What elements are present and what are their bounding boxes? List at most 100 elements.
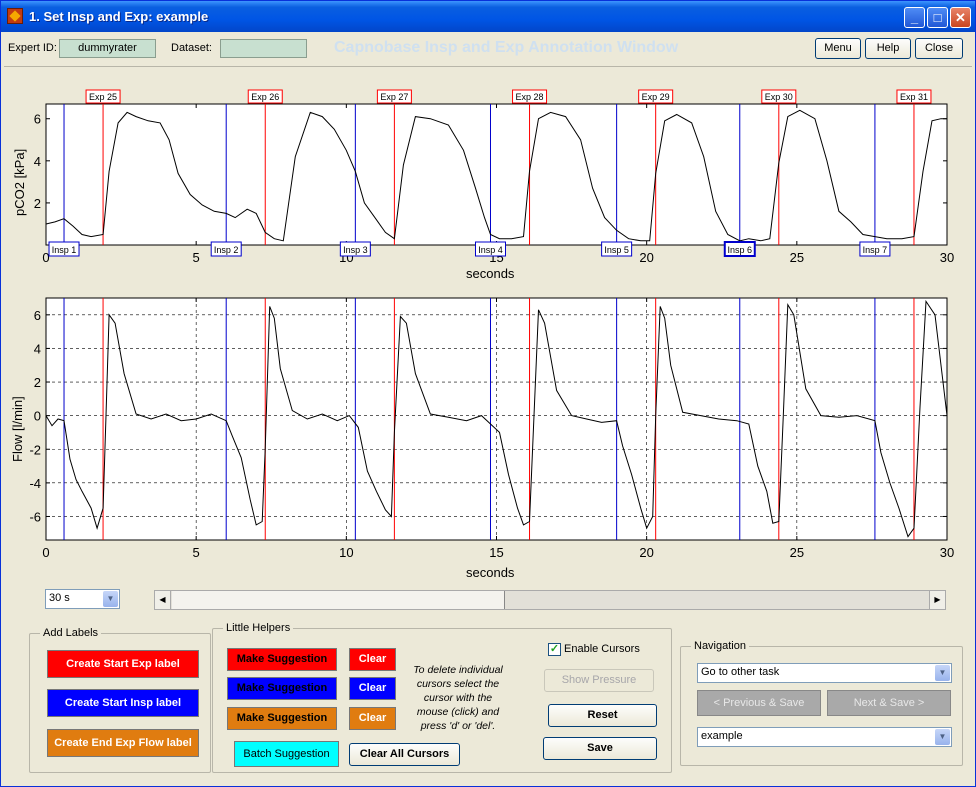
delete-cursor-note: To delete individual cursors select the …	[413, 664, 503, 732]
dataset-select-value: example	[701, 730, 743, 742]
exp-label-text: Exp 29	[642, 92, 670, 102]
little-helpers-panel: Little Helpers Make Suggestion Make Sugg…	[212, 622, 672, 773]
close-window-icon[interactable]: ✕	[950, 7, 971, 28]
x-tick-label: 10	[339, 545, 353, 560]
task-select-value: Go to other task	[701, 666, 780, 678]
window-heading: Capnobase Insp and Exp Annotation Window	[334, 39, 679, 56]
exp-label-text: Exp 30	[765, 92, 793, 102]
maximize-icon[interactable]: □	[927, 7, 948, 28]
task-select[interactable]: Go to other task ▼	[697, 663, 952, 683]
y-tick-label: 2	[34, 196, 41, 211]
zoom-value: 30 s	[49, 592, 70, 604]
save-button[interactable]: Save	[543, 737, 657, 760]
batch-suggestion-button[interactable]: Batch Suggestion	[234, 741, 339, 767]
dataset-label: Dataset:	[171, 42, 212, 54]
plot-area	[45, 103, 948, 246]
scroll-right-icon[interactable]: ▶	[929, 591, 945, 609]
close-button[interactable]: Close	[915, 38, 963, 59]
next-save-button[interactable]: Next & Save >	[827, 690, 951, 716]
exp-label-tag: Exp 31	[896, 89, 932, 104]
clear-all-cursors-button[interactable]: Clear All Cursors	[349, 743, 460, 766]
exp-label-text: Exp 31	[900, 92, 928, 102]
make-suggestion-flow-button[interactable]: Make Suggestion	[227, 707, 337, 730]
matlab-icon	[7, 8, 23, 24]
x-tick-label: 25	[790, 545, 804, 560]
show-pressure-button[interactable]: Show Pressure	[544, 669, 654, 692]
y-tick-label: -2	[29, 442, 41, 457]
x-tick-label: 30	[940, 545, 954, 560]
navigation-panel: Navigation Go to other task ▼ < Previous…	[680, 640, 963, 766]
figure-area: Expert ID: dummyrater Dataset: Capnobase…	[4, 32, 972, 784]
clear-flow-button[interactable]: Clear	[349, 707, 396, 730]
dataset-select[interactable]: example ▼	[697, 727, 952, 747]
insp-label-text: Insp 2	[214, 245, 239, 255]
y-tick-label: 2	[34, 375, 41, 390]
insp-label-tag: Insp 4	[474, 241, 506, 257]
create-start-insp-button[interactable]: Create Start Insp label	[47, 689, 199, 717]
expert-id-label: Expert ID:	[8, 42, 57, 54]
menu-button[interactable]: Menu	[815, 38, 861, 59]
insp-label-text: Insp 4	[478, 245, 503, 255]
enable-cursors-label: Enable Cursors	[564, 643, 640, 655]
y-tick-label: -4	[29, 476, 41, 491]
chevron-down-icon: ▼	[935, 665, 950, 681]
dataset-field[interactable]	[220, 39, 307, 58]
x-tick-label: 30	[940, 250, 954, 265]
expert-id-field[interactable]: dummyrater	[59, 39, 156, 58]
x-tick-label: 20	[639, 250, 653, 265]
exp-label-text: Exp 26	[251, 92, 279, 102]
insp-label-text: Insp 1	[52, 245, 77, 255]
insp-label-tag: Insp 7	[859, 241, 891, 257]
clear-exp-button[interactable]: Clear	[349, 648, 396, 671]
x-tick-label: 5	[193, 545, 200, 560]
insp-label-text: Insp 5	[604, 245, 629, 255]
main-window: 1. Set Insp and Exp: example _ □ ✕ Exper…	[0, 0, 976, 787]
insp-label-tag: Insp 5	[601, 241, 633, 257]
enable-cursors-checkbox[interactable]: ✓	[548, 643, 561, 656]
clear-insp-button[interactable]: Clear	[349, 677, 396, 700]
minimize-icon[interactable]: _	[904, 7, 925, 28]
insp-label-text: Insp 6	[728, 245, 753, 255]
flow-ylabel: Flow [l/min]	[10, 396, 25, 462]
chevron-down-icon: ▼	[935, 729, 950, 745]
y-tick-label: 4	[34, 154, 41, 169]
y-tick-label: 4	[34, 341, 41, 356]
help-button[interactable]: Help	[865, 38, 911, 59]
pco2-xlabel: seconds	[466, 266, 515, 281]
y-tick-label: 0	[34, 409, 41, 424]
scroll-thumb[interactable]	[172, 591, 505, 609]
add-labels-panel: Add Labels Create Start Exp label Create…	[29, 627, 211, 773]
x-tick-label: 5	[193, 250, 200, 265]
flow-xlabel: seconds	[466, 565, 515, 580]
exp-label-tag: Exp 27	[376, 89, 412, 104]
chevron-down-icon: ▼	[103, 591, 118, 607]
x-tick-label: 20	[639, 545, 653, 560]
pco2-ylabel: pCO2 [kPa]	[12, 148, 27, 216]
exp-label-text: Exp 28	[516, 92, 544, 102]
create-start-exp-button[interactable]: Create Start Exp label	[47, 650, 199, 678]
make-suggestion-exp-button[interactable]: Make Suggestion	[227, 648, 337, 671]
make-suggestion-insp-button[interactable]: Make Suggestion	[227, 677, 337, 700]
little-helpers-title: Little Helpers	[223, 622, 294, 634]
x-tick-label: 25	[790, 250, 804, 265]
window-title: 1. Set Insp and Exp: example	[29, 9, 209, 24]
previous-save-button[interactable]: < Previous & Save	[697, 690, 821, 716]
scroll-left-icon[interactable]: ◀	[155, 591, 171, 609]
x-tick-label: 0	[42, 545, 49, 560]
exp-label-text: Exp 25	[89, 92, 117, 102]
exp-label-tag: Exp 28	[512, 89, 548, 104]
exp-label-tag: Exp 25	[85, 89, 121, 104]
reset-button[interactable]: Reset	[548, 704, 657, 727]
title-bar: 1. Set Insp and Exp: example _ □ ✕	[1, 1, 975, 32]
pco2-plot[interactable]: 0 5 10 15 20 25 30246Exp 25 Exp 26 Exp 27 Exp 28 E…	[4, 72, 972, 282]
insp-label-tag: Insp 3	[339, 241, 371, 257]
y-tick-label: 6	[34, 308, 41, 323]
zoom-select[interactable]: 30 s ▼	[45, 589, 120, 609]
flow-plot[interactable]: 0 5 10 15 20 25 30 -6 -4 -2 0 2 4 6	[4, 290, 972, 562]
insp-label-text: Insp 3	[343, 245, 368, 255]
exp-label-tag: Exp 30	[761, 89, 797, 104]
navigation-title: Navigation	[691, 640, 749, 652]
time-scrollbar[interactable]: ◀ ▶	[154, 590, 946, 610]
create-end-exp-flow-button[interactable]: Create End Exp Flow label	[47, 729, 199, 757]
exp-label-text: Exp 27	[380, 92, 408, 102]
